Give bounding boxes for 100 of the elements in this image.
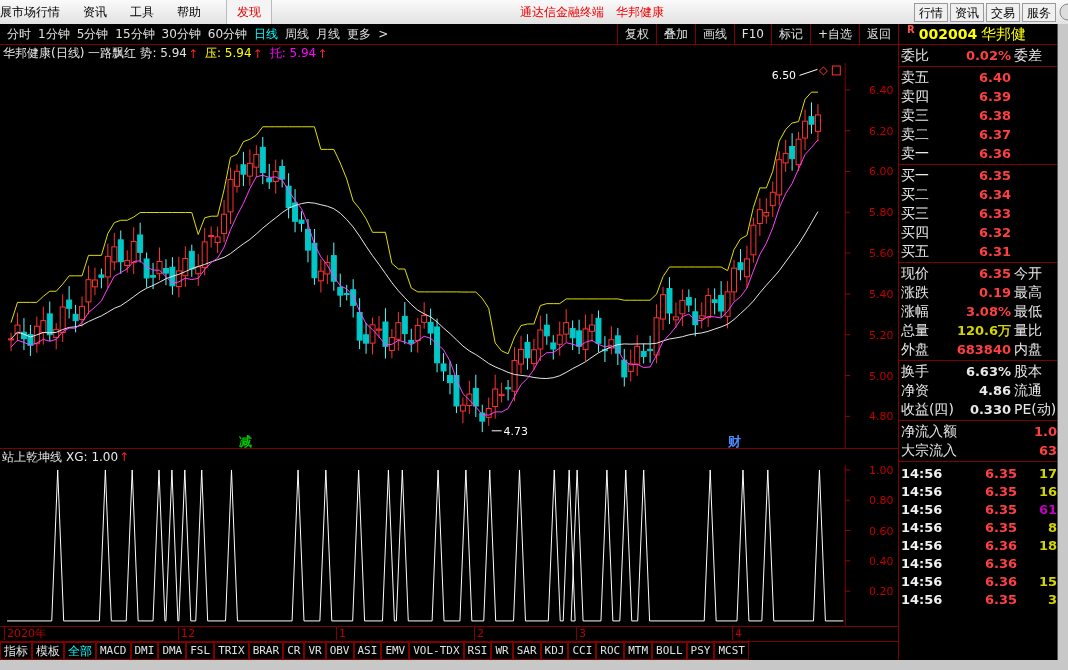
trade-time: 14:56: [901, 573, 944, 589]
date-label: 2: [474, 627, 484, 641]
field-label: 卖三: [901, 106, 930, 125]
stock-code: 002004: [918, 26, 978, 42]
period-tab[interactable]: 周线: [285, 25, 310, 43]
trade-volume: 15: [1037, 573, 1057, 589]
indicator-tab[interactable]: ASI: [353, 642, 382, 660]
field-label: 今开: [1014, 264, 1042, 283]
date-label: 12: [178, 627, 195, 641]
up-arrow: ↑: [187, 46, 198, 61]
indicator-tab[interactable]: DMI: [130, 642, 159, 660]
field-value: 6.35: [977, 266, 1011, 281]
axis-label: 5.80: [869, 206, 894, 220]
trade-price: 6.36: [983, 537, 1017, 553]
indicator-tab[interactable]: RSI: [463, 642, 492, 660]
trade-time: 14:56: [901, 519, 944, 535]
field-label: 买一: [901, 166, 930, 185]
axis-label: 0.60: [869, 524, 894, 538]
app-title: 华邦健康: [616, 3, 664, 21]
menu-button[interactable]: 服务: [1022, 2, 1056, 22]
field-value: 4.86: [977, 383, 1011, 398]
trade-price: 6.35: [983, 501, 1017, 517]
indicator-tab[interactable]: SAR: [512, 642, 541, 660]
field-value: 63: [1037, 443, 1057, 458]
field-label: 换手: [901, 362, 930, 381]
trade-time: 14:56: [901, 501, 944, 517]
date-label: 4: [732, 627, 742, 641]
field-label: 大宗流入: [901, 441, 958, 460]
app-title: 通达信金融终端: [520, 3, 604, 21]
indicator-tab[interactable]: VR: [304, 642, 326, 660]
indicator-tab[interactable]: 指标: [0, 642, 32, 660]
trade-volume: 18: [1037, 537, 1057, 553]
field-label: 量比: [1014, 321, 1042, 340]
period-tab[interactable]: 30分钟: [161, 25, 201, 43]
indicator-tab[interactable]: CCI: [568, 642, 597, 660]
field-label: 最高: [1014, 283, 1042, 302]
indicator-tab[interactable]: DMA: [158, 642, 187, 660]
panel-toggle-icon[interactable]: [831, 65, 841, 76]
period-tab[interactable]: 5分钟: [76, 25, 109, 43]
menu-item[interactable]: 展市场行情: [0, 3, 71, 21]
trade-volume: 61: [1037, 501, 1057, 517]
indicator-tab[interactable]: OBV: [325, 642, 354, 660]
indicator-tab[interactable]: BRAR: [248, 642, 284, 660]
field-label: 净资: [901, 381, 930, 400]
stock-name: 华邦健: [981, 24, 1027, 44]
indicator-tab[interactable]: MTM: [624, 642, 653, 660]
period-tab[interactable]: 1分钟: [38, 25, 70, 43]
period-tab[interactable]: 分时: [7, 25, 31, 43]
field-label: 卖四: [901, 87, 930, 106]
indicator-tab[interactable]: CR: [283, 642, 305, 660]
period-tab[interactable]: 60分钟: [207, 25, 248, 43]
field-value: 6.35: [977, 168, 1011, 183]
axis-label: 4.80: [869, 410, 894, 424]
indicator-tab[interactable]: BOLL: [652, 642, 687, 660]
field-label: 委比: [901, 46, 930, 65]
indicator-tab[interactable]: EMV: [381, 642, 410, 660]
indicator-reading: 势: 5.94: [140, 45, 187, 63]
field-label: 涨幅: [901, 302, 930, 321]
field-value: 0.02%: [964, 48, 1011, 63]
menu-button[interactable]: 资讯: [950, 2, 984, 22]
axis-label: 6.40: [869, 83, 894, 97]
menu-item[interactable]: 帮助: [177, 3, 212, 21]
event-mark: 财: [728, 434, 742, 449]
date-label: 1: [336, 627, 346, 641]
discover-tab[interactable]: 发现: [226, 0, 272, 24]
leader-line: [799, 68, 818, 76]
indicator-tab[interactable]: TRIX: [214, 642, 249, 660]
menu-button[interactable]: 交易: [986, 2, 1020, 22]
field-label: 买三: [901, 204, 930, 223]
indicator-tab[interactable]: 全部: [64, 642, 96, 660]
axis-label: 5.60: [869, 246, 894, 260]
field-value: 6.34: [977, 187, 1011, 202]
menu-item[interactable]: 工具: [130, 3, 165, 21]
field-value: 6.33: [977, 206, 1011, 221]
up-arrow: ↑: [119, 450, 130, 465]
period-tab[interactable]: 月线: [316, 25, 341, 43]
period-tab[interactable]: 更多: [347, 25, 372, 43]
indicator-tab[interactable]: KDJ: [540, 642, 569, 660]
price-note: 6.50: [771, 69, 797, 83]
indicator-tab[interactable]: 模板: [32, 642, 64, 660]
field-value: 6.38: [977, 108, 1011, 123]
menu-item[interactable]: 资讯: [83, 3, 118, 21]
indicator-tab[interactable]: WR: [491, 642, 513, 660]
indicator-tab[interactable]: ROC: [596, 642, 625, 660]
indicator-tab[interactable]: PSY: [686, 642, 715, 660]
period-tab[interactable]: 15分钟: [115, 25, 155, 43]
period-tab[interactable]: 日线: [254, 25, 279, 43]
field-label: 股本: [1014, 362, 1042, 381]
menu-button[interactable]: 行情: [914, 2, 948, 22]
trade-price: 6.36: [983, 573, 1017, 589]
indicator-tab[interactable]: FSL: [186, 642, 215, 660]
indicator-tab[interactable]: MCST: [714, 642, 749, 660]
indicator-tab[interactable]: MACD: [96, 642, 131, 660]
trade-volume: 17: [1037, 465, 1057, 481]
trade-volume: 8: [1046, 519, 1057, 535]
chevron-icon[interactable]: >: [378, 27, 389, 41]
field-value: 6.31: [977, 244, 1011, 259]
field-value: 6.63%: [964, 364, 1011, 379]
field-label: PE(动): [1014, 400, 1057, 419]
indicator-tab[interactable]: VOL-TDX: [409, 642, 464, 660]
